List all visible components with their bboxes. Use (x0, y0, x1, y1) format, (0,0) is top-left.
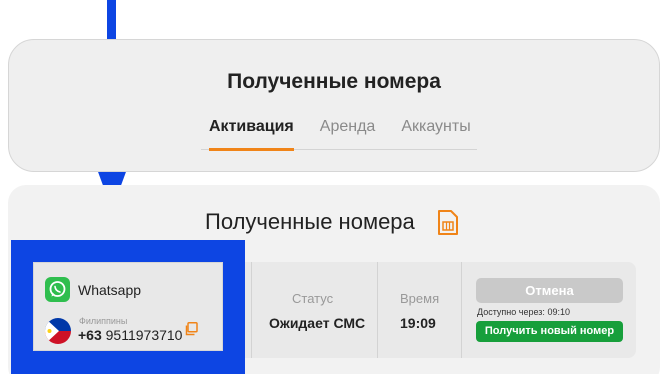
whatsapp-icon (45, 277, 70, 302)
column-divider (377, 262, 378, 358)
get-new-number-button[interactable]: Получить новый номер (476, 321, 623, 342)
phone-digits: 9511973710 (105, 327, 183, 343)
section-title: Полученные номера (205, 209, 415, 234)
status-value: Ожидает СМС (269, 315, 366, 331)
tab-activation[interactable]: Активация (209, 108, 294, 151)
country-name: Филиппины (79, 316, 128, 326)
available-in: Доступно через: 09:10 (477, 307, 570, 317)
tabs: Активация Аренда Аккаунты (201, 108, 477, 151)
phone-number: +63 9511973710 (78, 327, 182, 343)
copy-icon[interactable] (184, 322, 198, 336)
available-in-time: 09:10 (547, 307, 570, 317)
tab-rent[interactable]: Аренда (320, 108, 376, 150)
time-value: 19:09 (400, 315, 436, 331)
sim-card-icon (438, 210, 458, 235)
header-card: Полученные номера Активация Аренда Аккау… (8, 39, 660, 172)
philippines-flag-icon (45, 318, 71, 344)
column-divider (251, 262, 252, 358)
status-label: Статус (292, 291, 334, 306)
service-name: Whatsapp (78, 282, 142, 298)
phone-country-code: +63 (78, 327, 102, 343)
page-title: Полученные номера (227, 70, 441, 93)
available-in-label: Доступно через: (477, 307, 545, 317)
column-divider (461, 262, 462, 358)
cancel-button[interactable]: Отмена (476, 278, 623, 303)
time-label: Время (400, 291, 440, 306)
tab-accounts[interactable]: Аккаунты (401, 108, 470, 150)
